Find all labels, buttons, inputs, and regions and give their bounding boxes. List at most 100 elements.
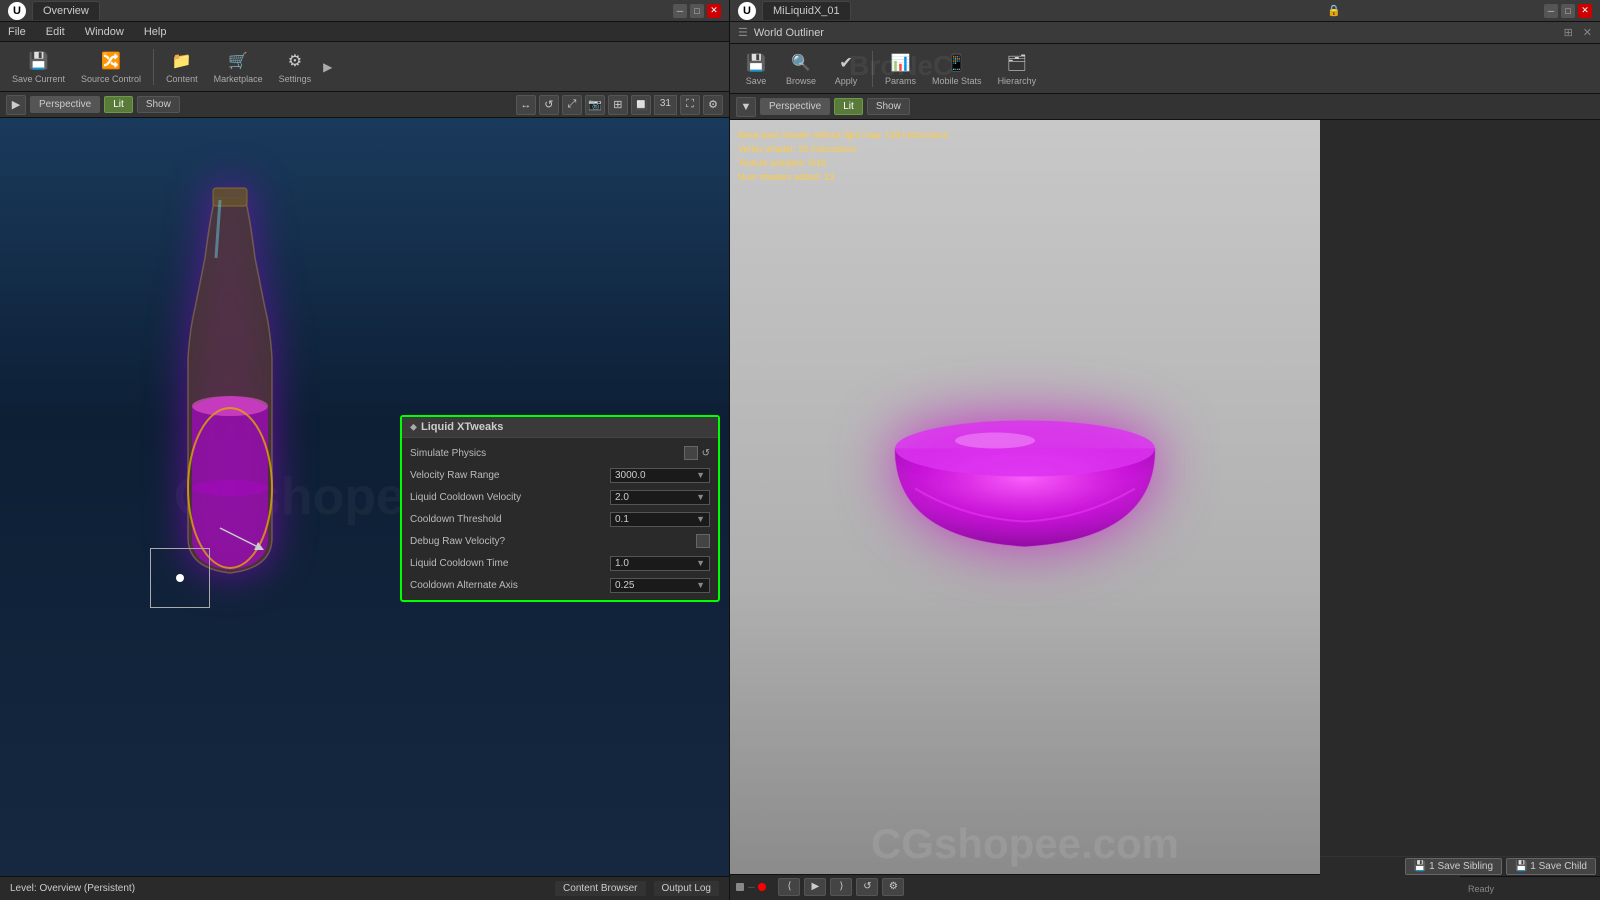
source-control-btn[interactable]: 🔀 Source Control [75, 46, 147, 87]
browse-label: Browse [786, 76, 816, 86]
right-tab[interactable]: MiLiquidX_01 [762, 1, 851, 20]
right-viewport[interactable]: Base pass shader without light map: 139 … [730, 120, 1320, 898]
origin-indicator [736, 883, 744, 891]
maximize-btn-left[interactable]: □ [690, 4, 704, 18]
compile-line2: Vertex shader: 20 instructions [738, 142, 948, 156]
velocity-input[interactable]: 3000.0 ▼ [610, 468, 710, 483]
xt-label-lcd-velocity: Liquid Cooldown Velocity [410, 492, 610, 503]
show-btn-right[interactable]: Show [867, 98, 910, 115]
menu-edit-left[interactable]: Edit [42, 26, 69, 38]
simulate-checkbox[interactable] [684, 446, 698, 460]
settings-vp-btn[interactable]: ⚙ [703, 95, 723, 115]
play-btn[interactable]: ▶ [804, 878, 826, 896]
marketplace-btn[interactable]: 🛒 Marketplace [208, 46, 269, 87]
xt-label-debug: Debug Raw Velocity? [410, 536, 696, 547]
left-toolbar: 💾 Save Current 🔀 Source Control 📁 Conten… [0, 42, 729, 92]
browse-btn[interactable]: 🔍 Browse [780, 48, 822, 89]
menu-window-left[interactable]: Window [81, 26, 128, 38]
output-log-tab[interactable]: Output Log [654, 881, 719, 896]
grid-size: 31 [654, 95, 677, 115]
params-btn[interactable]: 📊 Params [879, 48, 922, 89]
settings-btn[interactable]: ⚙ Settings [273, 46, 318, 87]
mobile-stats-btn[interactable]: 📱 Mobile Stats [926, 48, 988, 89]
close-btn-right[interactable]: ✕ [1578, 4, 1592, 18]
perspective-btn-left[interactable]: Perspective [30, 96, 100, 113]
alt-axis-input[interactable]: 0.25 ▼ [610, 578, 710, 593]
lit-btn-left[interactable]: Lit [104, 96, 133, 113]
coord-text: ─ [748, 882, 754, 892]
cgshopee-watermark-right: CGshopee.com [871, 820, 1179, 868]
xt-label-lcd-time: Liquid Cooldown Time [410, 558, 610, 569]
hierarchy-btn[interactable]: 🗂 Hierarchy [992, 48, 1043, 89]
save-buttons-row: 💾 1 Save Sibling 💾 1 Save Child [1320, 856, 1600, 876]
save-current-btn[interactable]: 💾 Save Current [6, 46, 71, 87]
content-btn[interactable]: 📁 Content [160, 46, 204, 87]
selection-indicator [150, 548, 210, 608]
xtweaks-panel: ⬥ Liquid XTweaks Simulate Physics ↺ Velo… [400, 415, 720, 602]
apply-btn[interactable]: ✔ Apply [826, 48, 866, 89]
settings-icon: ⚙ [283, 49, 307, 73]
xt-row-debug: Debug Raw Velocity? [402, 530, 718, 552]
save-label-right: Save [746, 76, 767, 86]
grid-btn[interactable]: ⊞ [608, 95, 628, 115]
lcd-time-input[interactable]: 1.0 ▼ [610, 556, 710, 571]
xtweaks-title: Liquid XTweaks [421, 421, 503, 433]
loop-btn[interactable]: ↺ [856, 878, 878, 896]
right-window-controls: 🔒 ─ □ ✕ [1319, 4, 1592, 18]
rotate-btn[interactable]: ↺ [539, 95, 559, 115]
maximize-btn-right[interactable]: □ [1561, 4, 1575, 18]
next-frame-btn[interactable]: ⟩ [830, 878, 852, 896]
lcd-velocity-input[interactable]: 2.0 ▼ [610, 490, 710, 505]
xt-label-alt-axis: Cooldown Alternate Axis [410, 580, 610, 591]
source-control-label: Source Control [81, 74, 141, 84]
toolbar-sep-1 [153, 49, 154, 85]
minimize-btn-left[interactable]: ─ [673, 4, 687, 18]
minimize-btn-right[interactable]: ─ [1544, 4, 1558, 18]
rv-coordinates: ─ [736, 882, 766, 892]
save-sibling-btn[interactable]: 💾 1 Save Sibling [1405, 858, 1502, 875]
left-menu-bar: File Edit Window Help [0, 22, 729, 42]
content-label: Content [166, 74, 198, 84]
hierarchy-label: Hierarchy [998, 76, 1037, 86]
fullscreen-btn[interactable]: ⛶ [680, 95, 700, 115]
left-window-controls: ─ □ ✕ [673, 4, 721, 18]
xt-label-cooldown-thresh: Cooldown Threshold [410, 514, 610, 525]
vt-realtime-btn[interactable]: ▶ [6, 95, 26, 115]
xt-row-lcd-time: Liquid Cooldown Time 1.0 ▼ [402, 552, 718, 574]
rv-settings-btn[interactable]: ▼ [736, 97, 756, 117]
left-tab[interactable]: Overview [32, 1, 100, 20]
left-editor: U Overview ─ □ ✕ File Edit Window Help 💾… [0, 0, 730, 900]
show-btn-left[interactable]: Show [137, 96, 180, 113]
menu-help-left[interactable]: Help [140, 26, 171, 38]
right-main-area: Base pass shader without light map: 139 … [730, 120, 1600, 898]
menu-file-left[interactable]: File [4, 26, 30, 38]
content-browser-tab[interactable]: Content Browser [555, 881, 645, 896]
compile-line3: Texture samples: 5/16 [738, 156, 948, 170]
wo-options-btn[interactable]: ⊞ [1564, 26, 1573, 39]
close-btn-left[interactable]: ✕ [707, 4, 721, 18]
content-icon: 📁 [170, 49, 194, 73]
cooldown-thresh-input[interactable]: 0.1 ▼ [610, 512, 710, 527]
toolbar-expand[interactable]: ▶ [323, 60, 332, 74]
bowl-container [885, 379, 1165, 562]
scale-btn[interactable]: ⤢ [562, 95, 582, 115]
translate-btn[interactable]: ↔ [516, 95, 536, 115]
lit-btn-right[interactable]: Lit [834, 98, 863, 115]
xt-row-alt-axis: Cooldown Alternate Axis 0.25 ▼ [402, 574, 718, 596]
hierarchy-icon: 🗂 [1005, 51, 1029, 75]
snap-btn[interactable]: 🔲 [631, 95, 651, 115]
save-btn-right[interactable]: 💾 Save [736, 48, 776, 89]
camera-btn[interactable]: 📷 [585, 95, 605, 115]
prev-frame-btn[interactable]: ⟨ [778, 878, 800, 896]
camera-settings-btn[interactable]: ⚙ [882, 878, 904, 896]
apply-icon: ✔ [834, 51, 858, 75]
compile-line1: Base pass shader without light map: 139 … [738, 128, 948, 142]
lock-icon[interactable]: 🔒 [1327, 4, 1341, 18]
debug-checkbox[interactable] [696, 534, 710, 548]
right-toolbar: 💾 Save 🔍 Browse ✔ Apply 📊 Params 📱 Mobil… [730, 44, 1600, 94]
unreal-logo-right: U [738, 2, 756, 20]
wo-close-btn[interactable]: ✕ [1583, 26, 1592, 39]
browse-icon: 🔍 [789, 51, 813, 75]
save-child-btn[interactable]: 💾 1 Save Child [1506, 858, 1596, 875]
perspective-btn-right[interactable]: Perspective [760, 98, 830, 115]
